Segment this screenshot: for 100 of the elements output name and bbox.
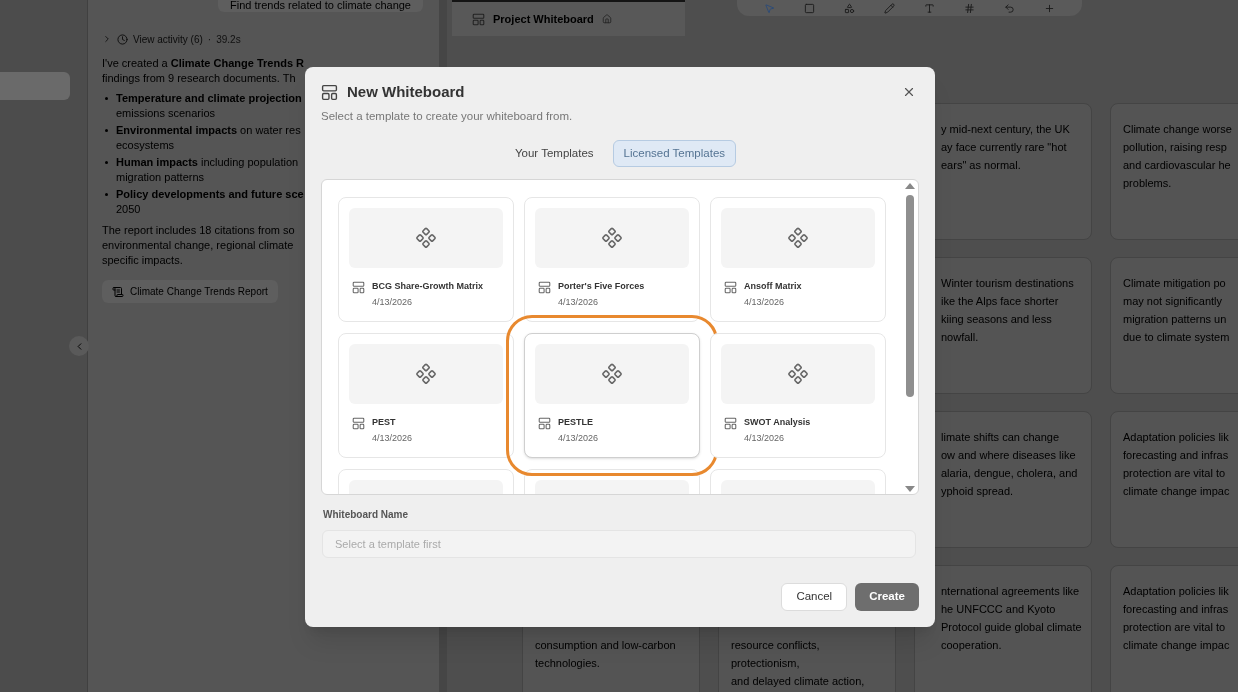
field-label: Whiteboard Name: [323, 507, 409, 522]
template-card[interactable]: BCG Share-Growth Matrix 4/13/2026: [338, 196, 514, 322]
template-tab[interactable]: Licensed Templates: [612, 139, 737, 167]
whiteboard-icon: [472, 12, 485, 26]
message-text: findings from 9 research documents. Th: [102, 71, 297, 86]
shapes-icon[interactable]: [843, 2, 855, 14]
cancel-button[interactable]: Cancel: [781, 583, 848, 611]
components-icon: [601, 362, 623, 385]
template-date: 4/13/2026: [744, 431, 786, 444]
chevron-right-icon[interactable]: [102, 34, 112, 44]
message-text: environmental change, regional climate: [102, 238, 295, 253]
note-text: climate change impac: [1123, 484, 1231, 499]
dialog-title: New Whiteboard: [347, 82, 465, 102]
template-date: 4/13/2026: [558, 431, 599, 444]
note-text: ow and where diseases like: [941, 448, 1077, 463]
template-date: 4/13/2026: [558, 295, 600, 308]
pointer-icon[interactable]: [763, 2, 775, 14]
template-card[interactable]: PESTLE 4/13/2026: [524, 332, 700, 458]
whiteboard-icon: [724, 280, 737, 294]
document-icon: [112, 285, 124, 298]
bullet-text: emissions scenarios: [116, 106, 217, 121]
note-text: ike the Alps face shorter: [941, 294, 1060, 309]
grid-icon[interactable]: [964, 2, 976, 14]
note-text: nowfall.: [941, 330, 980, 345]
template-name: SWOT Analysis: [744, 415, 811, 428]
add-icon[interactable]: [1044, 2, 1056, 14]
template-date: 4/13/2026: [372, 295, 414, 308]
template-name: BCG Share-Growth Matrix: [372, 279, 483, 292]
activity-duration: 39.2s: [216, 32, 241, 47]
whiteboard-icon: [321, 83, 338, 101]
bullet-text: ecosystems: [116, 138, 176, 153]
bullet-text: Human impacts including population: [116, 155, 299, 170]
components-icon: [787, 362, 809, 385]
note-text: due to climate system: [1123, 330, 1231, 345]
whiteboard-icon: [538, 416, 551, 430]
components-icon: [415, 226, 437, 249]
template-name: PESTLE: [558, 415, 594, 428]
note-text: protection are vital to: [1123, 620, 1227, 635]
note-text: protection are vital to: [1123, 466, 1227, 481]
note-text: alaria, dengue, cholera, and: [941, 466, 1079, 481]
template-card[interactable]: SWOT Analysis 4/13/2026: [710, 332, 886, 458]
components-icon: [601, 226, 623, 249]
note-text: forecasting and infras: [1123, 448, 1230, 463]
note-text: may not significantly: [1123, 294, 1224, 309]
note-text: Winter tourism destinations: [941, 276, 1075, 291]
note-text: nternational agreements like: [941, 584, 1081, 599]
note-text: migration patterns un: [1123, 312, 1228, 327]
template-tab[interactable]: Your Templates: [503, 139, 605, 167]
dialog-subtitle: Select a template to create your whiteboard from.: [321, 108, 574, 124]
note-text: forecasting and infras: [1123, 602, 1230, 617]
template-name: Ansoff Matrix: [744, 279, 802, 292]
note-text: Climate mitigation po: [1123, 276, 1227, 291]
message-text: The report includes 18 citations from so: [102, 223, 296, 238]
bullet-text: 2050: [116, 202, 142, 217]
home-icon: [601, 14, 612, 24]
note-text: Adaptation policies lik: [1123, 584, 1230, 599]
template-card[interactable]: PEST 4/13/2026: [338, 332, 514, 458]
whiteboard-icon: [352, 416, 365, 430]
note-text: protectionism,: [731, 656, 801, 671]
clock-icon: [117, 33, 128, 45]
text-icon[interactable]: [924, 2, 936, 14]
note-text: and delayed climate action,: [731, 674, 866, 689]
note-text: technologies.: [535, 656, 601, 671]
note-text: pollution, raising resp: [1123, 140, 1228, 155]
whiteboard-icon: [724, 416, 737, 430]
note-text: ears" as normal.: [941, 158, 1022, 173]
undo-icon[interactable]: [1004, 2, 1016, 14]
components-icon: [787, 226, 809, 249]
template-date: 4/13/2026: [372, 431, 413, 444]
user-message: Find trends related to climate change: [218, 0, 423, 12]
rectangle-icon[interactable]: [803, 2, 815, 14]
bullet-text: Environmental impacts on water res: [116, 123, 301, 138]
note-text: Climate change worse: [1123, 122, 1233, 137]
note-text: cooperation.: [941, 638, 1003, 653]
note-text: climate change impac: [1123, 638, 1231, 653]
note-text: limate shifts can change: [941, 430, 1060, 445]
pen-icon[interactable]: [883, 2, 895, 14]
note-text: yphoid spread.: [941, 484, 1015, 499]
components-icon: [415, 362, 437, 385]
message-text: I've created a Climate Change Trends R: [102, 56, 305, 71]
note-text: resource conflicts,: [731, 638, 821, 653]
template-name: PEST: [372, 415, 397, 428]
bullet-text: Policy developments and future sce: [116, 187, 304, 202]
note-text: he UNFCCC and Kyoto: [941, 602, 1057, 617]
message-text: specific impacts.: [102, 253, 184, 268]
note-text: kiing seasons and less: [941, 312, 1053, 327]
whiteboard-icon: [352, 280, 365, 294]
note-text: problems.: [1123, 176, 1173, 191]
bullet-text: migration patterns: [116, 170, 206, 185]
create-button[interactable]: Create: [855, 583, 919, 611]
note-text: consumption and low-carbon: [535, 638, 677, 653]
note-text: and cardiovascular he: [1123, 158, 1232, 173]
whiteboard-icon: [538, 280, 551, 294]
template-name: Porter's Five Forces: [558, 279, 645, 292]
whiteboard-name-field[interactable]: Select a template first: [322, 529, 916, 558]
separator-dot: ·: [207, 32, 212, 47]
template-date: 4/13/2026: [744, 295, 786, 308]
note-text: y mid-next century, the UK: [941, 122, 1071, 137]
template-card[interactable]: Ansoff Matrix 4/13/2026: [710, 196, 886, 322]
template-card[interactable]: Porter's Five Forces 4/13/2026: [524, 196, 700, 322]
